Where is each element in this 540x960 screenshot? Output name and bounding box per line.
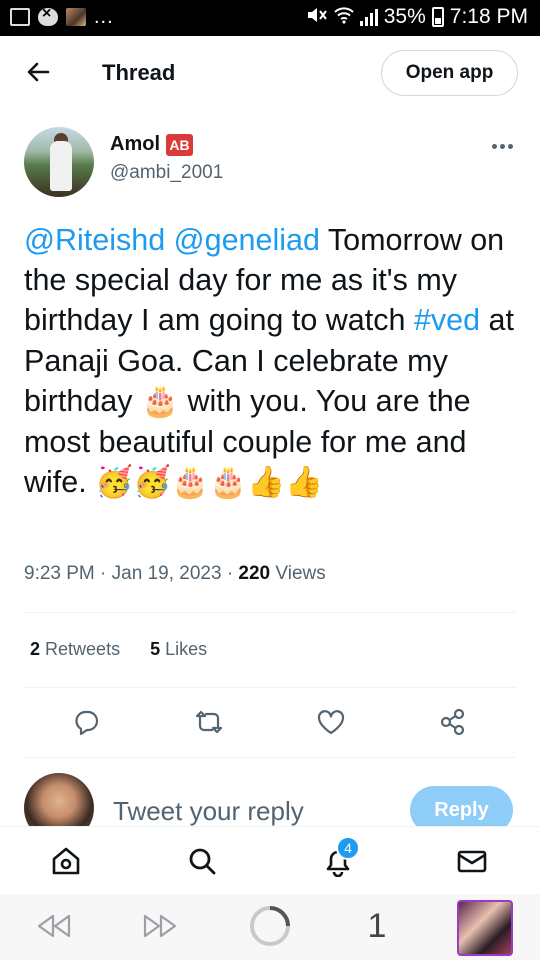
search-icon[interactable] [184,843,220,879]
likes-count: 5 [150,639,161,659]
thread-header: Thread Open app [0,36,540,112]
cake-emoji: 🎂 [140,383,179,419]
likes-label: Likes [165,639,208,659]
status-time: 7:18 PM [449,5,528,28]
status-right-icons: 35% 7:18 PM [306,5,528,29]
meta-separator: · [226,563,234,584]
bottom-nav: 4 [0,826,540,894]
divider [24,612,516,613]
photo-notification-icon [66,8,86,26]
divider [24,687,516,688]
retweets-count: 2 [30,639,41,659]
wifi-icon [334,6,354,29]
author-badge: AB [166,133,193,156]
browser-back-icon[interactable] [34,906,74,946]
user-avatar [24,773,94,826]
retweet-icon[interactable] [187,700,231,744]
author-handle[interactable]: @ambi_2001 [110,162,223,184]
tab-count[interactable]: 1 [364,906,390,946]
likes-stat[interactable]: 5 Likes [150,639,207,660]
browser-forward-icon[interactable] [140,906,180,946]
tweet-time[interactable]: 9:23 PM [24,563,95,584]
tab-thumbnail[interactable] [457,900,513,956]
tweet-stats: 2 Retweets 5 Likes [30,639,207,660]
reply-input[interactable]: Tweet your reply [113,796,304,826]
messages-icon[interactable] [454,843,490,879]
reply-icon[interactable] [64,700,108,744]
signal-icon [359,8,378,26]
retweets-stat[interactable]: 2 Retweets [30,639,120,660]
home-icon[interactable] [48,843,84,879]
shield-icon [38,5,58,26]
divider [24,757,516,758]
mute-icon [306,6,328,29]
tweet-text: @Riteishd @geneliad Tomorrow on the spec… [24,220,524,503]
status-bar: ... 35% 7:18 PM [0,0,540,36]
reply-button[interactable]: Reply [410,786,513,826]
mention-link[interactable]: @geneliad [174,223,320,257]
author-avatar[interactable] [24,127,94,197]
like-icon[interactable] [309,700,353,744]
author-name[interactable]: Amol AB [110,133,193,156]
mention-link[interactable]: @Riteishd [24,223,165,257]
image-icon [10,8,30,26]
battery-icon [431,7,444,27]
share-icon[interactable] [431,700,475,744]
retweets-label: Retweets [45,639,121,659]
reply-composer: Tweet your reply Reply [0,760,540,826]
notification-badge: 4 [336,836,360,860]
tweet-meta: 9:23 PM · Jan 19, 2023 · 220 Views [24,563,326,585]
tweet-date[interactable]: Jan 19, 2023 [112,563,222,584]
open-app-button[interactable]: Open app [381,50,518,96]
page-title: Thread [102,60,176,85]
emoji-sequence: 🥳🥳🎂🎂👍👍 [95,465,324,501]
more-options-icon[interactable] [492,141,516,151]
battery-percent: 35% [383,5,426,28]
views-label: Views [275,563,326,584]
status-left-icons: ... [10,5,114,28]
hashtag-link[interactable]: #ved [414,303,480,337]
overflow-dots: ... [94,6,114,28]
back-arrow-icon[interactable] [22,56,54,88]
browser-toolbar: 1 [0,894,540,960]
loading-spinner-icon [248,906,292,946]
meta-separator: · [100,563,107,584]
views-count: 220 [238,563,271,584]
author-name-text: Amol [110,133,160,155]
tweet-actions [0,700,540,744]
